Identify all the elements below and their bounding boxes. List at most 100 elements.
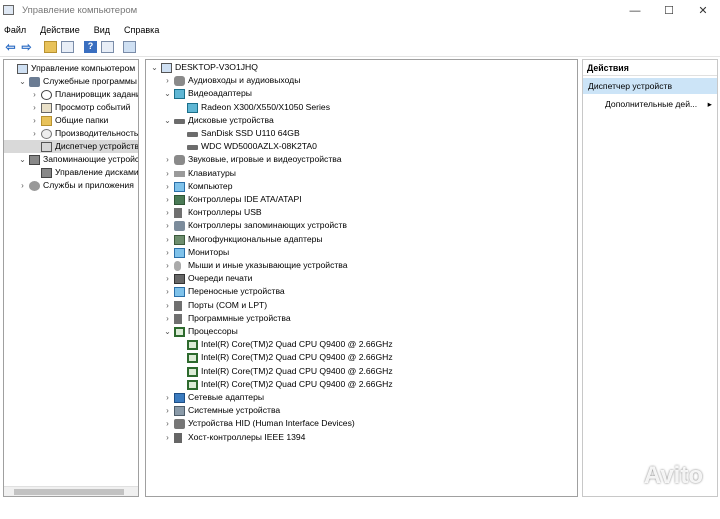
device_tree-item[interactable]: › Клавиатуры [146,167,577,180]
minimize-button[interactable]: — [618,0,652,21]
left_tree-item[interactable]: › Общие папки [4,114,138,127]
device-tree-pane[interactable]: ⌄ DESKTOP-V3O1JHQ › Аудиовходы и аудиовыход… [145,59,578,497]
expand-chevron-icon[interactable]: › [163,312,172,325]
expand-chevron-icon[interactable]: › [163,404,172,417]
device_tree-item[interactable]: Radeon X300/X550/X1050 Series [146,101,577,114]
expand-chevron-icon[interactable]: › [163,180,172,193]
device_tree-item[interactable]: ⌄ Дисковые устройства [146,114,577,127]
expand-chevron-icon[interactable]: › [30,101,39,114]
expand-chevron-icon[interactable] [6,62,15,75]
expand-chevron-icon[interactable]: › [163,74,172,87]
left_tree-label: Службы и приложения [43,180,134,190]
device_tree-item[interactable]: › Контроллеры IDE ATA/ATAPI [146,193,577,206]
device_tree-item[interactable]: › Мониторы [146,246,577,259]
menu-action[interactable]: Действие [40,25,80,35]
left_tree-item[interactable]: › Просмотр событий [4,101,138,114]
expand-chevron-icon[interactable] [176,140,185,153]
expand-chevron-icon[interactable]: › [163,391,172,404]
forward-arrow-icon[interactable]: ⇨ [20,41,33,53]
device_tree-item[interactable]: ⌄ Процессоры [146,325,577,338]
device_tree-item[interactable]: › Компьютер [146,180,577,193]
device_tree-item[interactable]: Intel(R) Core(TM)2 Quad CPU Q9400 @ 2.66… [146,338,577,351]
left_tree-label: Диспетчер устройств [55,140,139,153]
menu-file[interactable]: Файл [4,25,26,35]
expand-chevron-icon[interactable] [176,365,185,378]
expand-chevron-icon[interactable]: ⌄ [163,114,172,127]
scrollbar-thumb[interactable] [14,489,124,495]
device_tree-item[interactable]: › Аудиовходы и аудиовыходы [146,74,577,87]
horizontal-scrollbar[interactable] [4,486,138,496]
device_tree-item[interactable]: › Звуковые, игровые и видеоустройства [146,153,577,166]
monitor-icon[interactable] [123,41,136,53]
expand-chevron-icon[interactable]: › [163,206,172,219]
expand-chevron-icon[interactable]: › [163,219,172,232]
left_tree-item[interactable]: Диспетчер устройств [4,140,138,153]
back-arrow-icon[interactable]: ⇦ [4,41,17,53]
expand-chevron-icon[interactable] [176,127,185,140]
expand-chevron-icon[interactable]: ⌄ [18,75,27,88]
device_tree-item[interactable]: › Хост-контроллеры IEEE 1394 [146,431,577,444]
expand-chevron-icon[interactable]: › [163,233,172,246]
expand-chevron-icon[interactable] [176,338,185,351]
actions-device-manager[interactable]: Диспетчер устройств [583,78,717,94]
expand-chevron-icon[interactable]: ⌄ [163,325,172,338]
menu-help[interactable]: Справка [124,25,159,35]
maximize-button[interactable]: ☐ [652,0,686,21]
left_tree-item[interactable]: › Службы и приложения [4,179,138,192]
left_tree-item[interactable]: Управление дисками [4,166,138,179]
device_tree-item[interactable]: › Очереди печати [146,272,577,285]
show-hide-tree-icon[interactable] [61,41,74,53]
help-icon[interactable]: ? [84,41,97,53]
expand-chevron-icon[interactable] [176,101,185,114]
left_tree-item[interactable]: › Производительность [4,127,138,140]
device_tree-item[interactable]: › Контроллеры запоминающих устройств [146,219,577,232]
expand-chevron-icon[interactable]: › [163,431,172,444]
expand-chevron-icon[interactable]: › [163,153,172,166]
expand-chevron-icon[interactable]: ⌄ [18,153,27,166]
left_tree-item[interactable]: ⌄ Запоминающие устройст [4,153,138,166]
expand-chevron-icon[interactable] [30,166,39,179]
up-folder-icon[interactable] [44,41,57,53]
expand-chevron-icon[interactable]: › [163,299,172,312]
device_tree-item[interactable]: › Системные устройства [146,404,577,417]
actions-more[interactable]: Дополнительные дей... ▸ [583,97,717,111]
expand-chevron-icon[interactable]: › [163,193,172,206]
expand-chevron-icon[interactable]: › [163,246,172,259]
device_tree-item[interactable]: › Порты (COM и LPT) [146,299,577,312]
device_tree-item[interactable]: › Сетевые адаптеры [146,391,577,404]
expand-chevron-icon[interactable]: › [163,272,172,285]
device_tree-item[interactable]: WDC WD5000AZLX-08K2TA0 [146,140,577,153]
expand-chevron-icon[interactable]: › [30,114,39,127]
expand-chevron-icon[interactable]: › [18,179,27,192]
device_tree-item[interactable]: › Контроллеры USB [146,206,577,219]
expand-chevron-icon[interactable]: › [30,88,39,101]
device_tree-item[interactable]: › Устройства HID (Human Interface Devices… [146,417,577,430]
device_tree-item[interactable]: › Многофункциональные адаптеры [146,233,577,246]
left_tree-item[interactable]: › Планировщик заданий [4,88,138,101]
device_tree-item[interactable]: › Переносные устройства [146,285,577,298]
expand-chevron-icon[interactable] [176,378,185,391]
device_tree-item[interactable]: › Программные устройства [146,312,577,325]
expand-chevron-icon[interactable]: › [163,167,172,180]
device_tree-item[interactable]: ⌄ Видеоадаптеры [146,87,577,100]
device_tree-item[interactable]: › Мыши и иные указывающие устройства [146,259,577,272]
device_tree-item[interactable]: ⌄ DESKTOP-V3O1JHQ [146,61,577,74]
expand-chevron-icon[interactable]: ⌄ [150,61,159,74]
expand-chevron-icon[interactable] [30,140,39,153]
expand-chevron-icon[interactable]: › [163,417,172,430]
expand-chevron-icon[interactable]: › [163,285,172,298]
navigation-tree-pane[interactable]: Управление компьютером (л ⌄ Служебные прог… [3,59,139,497]
expand-chevron-icon[interactable]: ⌄ [163,87,172,100]
properties-icon[interactable] [101,41,114,53]
expand-chevron-icon[interactable]: › [30,127,39,140]
device_tree-item[interactable]: Intel(R) Core(TM)2 Quad CPU Q9400 @ 2.66… [146,378,577,391]
device_tree-item[interactable]: Intel(R) Core(TM)2 Quad CPU Q9400 @ 2.66… [146,351,577,364]
menu-view[interactable]: Вид [94,25,110,35]
device_tree-item[interactable]: Intel(R) Core(TM)2 Quad CPU Q9400 @ 2.66… [146,365,577,378]
expand-chevron-icon[interactable]: › [163,259,172,272]
left_tree-item[interactable]: ⌄ Служебные программы [4,75,138,88]
close-button[interactable]: ✕ [686,0,720,21]
expand-chevron-icon[interactable] [176,351,185,364]
device_tree-item[interactable]: SanDisk SSD U110 64GB [146,127,577,140]
left_tree-item[interactable]: Управление компьютером (л [4,62,138,75]
